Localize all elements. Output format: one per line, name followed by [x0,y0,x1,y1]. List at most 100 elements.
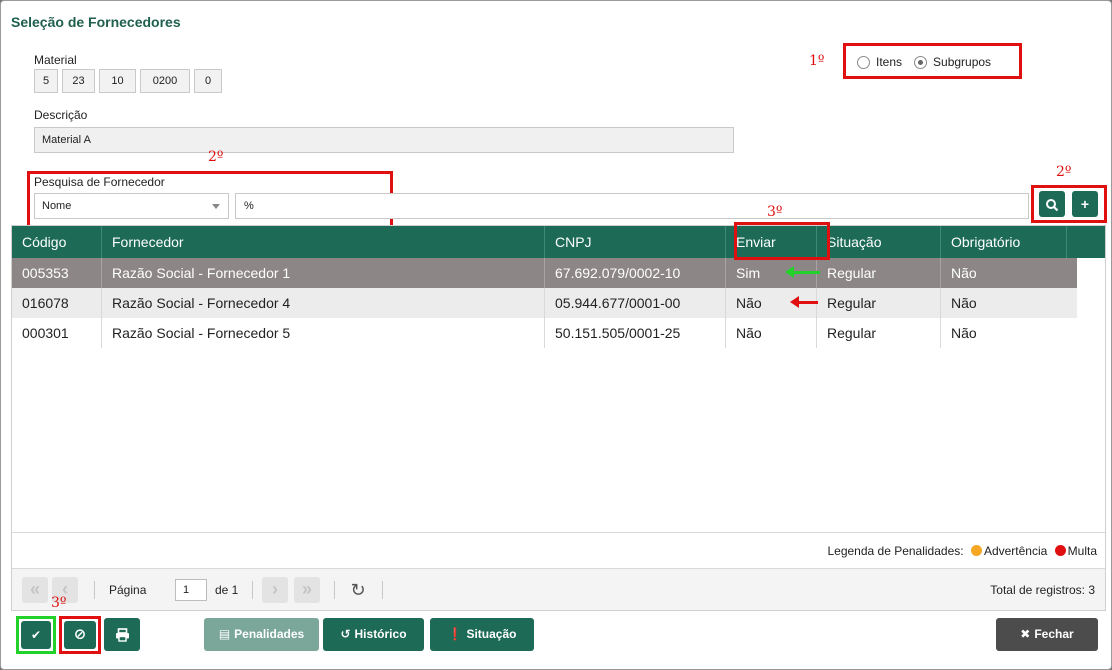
pager-separator [252,581,253,599]
fechar-button[interactable]: ✖ Fechar [996,618,1098,651]
cell-fornecedor: Razão Social - Fornecedor 4 [102,288,545,318]
confirm-button[interactable]: ✔ [21,621,51,649]
plus-icon: + [1080,196,1090,212]
material-code-2: 23 [62,69,95,93]
pager: « ‹ Página 1 de 1 › » ↻ Total de registr… [12,568,1105,610]
material-code-5: 0 [194,69,222,93]
table-row[interactable]: 005353 Razão Social - Fornecedor 1 67.69… [12,258,1077,288]
dialog-title: Seleção de Fornecedores [11,14,181,30]
cell-codigo: 000301 [12,318,102,348]
radio-subgrupos-label: Subgrupos [933,55,992,69]
double-chevron-left-icon: « [29,579,40,599]
col-obrigatorio[interactable]: Obrigatório [941,226,1067,258]
page-label: Página [109,583,147,597]
chevron-right-icon: › [272,579,278,599]
page-of-label: de 1 [215,583,239,597]
cell-obrigatorio: Não [951,295,977,311]
cell-codigo: 016078 [12,288,102,318]
search-icon [1046,199,1059,212]
legend-label: Legenda de Penalidades: [827,544,964,558]
close-icon: ✖ [1020,627,1031,641]
historico-label: Histórico [354,627,407,641]
annotation-step-3-column: 3º [767,204,783,220]
cell-situacao: Regular [817,258,941,288]
penalidades-label: Penalidades [234,627,305,641]
supplier-selection-dialog: Seleção de Fornecedores Material 5 23 10… [0,0,1112,670]
history-icon: ↺ [340,627,351,641]
red-arrow-icon [790,296,818,308]
highlight-box-enviar [734,222,830,260]
refresh-button[interactable]: ↻ [346,578,370,602]
ban-icon: ⊘ [73,626,87,643]
col-codigo[interactable]: Código [12,226,102,258]
search-input[interactable]: % [235,193,1029,219]
double-chevron-right-icon: » [301,579,312,599]
cell-obrigatorio: Não [951,265,977,281]
chevron-down-icon [212,204,220,209]
total-records: Total de registros: 3 [990,583,1095,597]
col-situacao[interactable]: Situação [817,226,941,258]
annotation-step-2-search: 2º [208,149,224,165]
cell-enviar[interactable]: Não [726,318,817,348]
penalty-legend: Legenda de Penalidades: Advertência Mult… [12,532,1105,568]
fechar-label: Fechar [1034,627,1074,641]
situacao-button[interactable]: ❗ Situação [430,618,534,651]
col-fornecedor[interactable]: Fornecedor [102,226,545,258]
material-code-3: 10 [99,69,136,93]
first-page-button[interactable]: « [22,577,48,603]
cell-cnpj: 05.944.677/0001-00 [545,288,726,318]
annotation-step-2-buttons: 2º [1056,164,1072,180]
legend-multa: Multa [1067,544,1097,558]
refresh-icon: ↻ [350,580,366,600]
search-field-selected: Nome [42,200,72,212]
pager-separator [94,581,95,599]
descricao-field: Material A [34,127,734,153]
col-spacer [1067,226,1097,258]
cell-codigo: 005353 [12,258,102,288]
printer-icon [115,628,129,642]
search-button[interactable] [1039,191,1065,217]
supplier-grid: Código Fornecedor CNPJ Enviar Situação O… [11,225,1106,611]
annotation-step-1: 1º [809,53,825,69]
historico-button[interactable]: ↺ Histórico [323,618,424,651]
radio-subgrupos[interactable] [914,55,928,69]
fine-dot-icon [1054,545,1066,557]
exclamation-circle-icon: ❗ [447,627,463,641]
cell-cnpj: 50.151.505/0001-25 [545,318,726,348]
pager-separator [382,581,383,599]
table-row[interactable]: 000301 Razão Social - Fornecedor 5 50.15… [12,318,1077,348]
material-code-4: 0200 [140,69,190,93]
col-cnpj[interactable]: CNPJ [545,226,726,258]
green-arrow-icon [785,266,820,278]
annotation-step-3-buttons: 3º [51,595,67,611]
add-supplier-button[interactable]: + [1072,191,1098,217]
cell-obrigatorio: Não [951,325,977,341]
descricao-label: Descrição [34,108,88,122]
filter-radio-group: Itens Subgrupos [849,47,991,77]
table-row[interactable]: 016078 Razão Social - Fornecedor 4 05.94… [12,288,1077,318]
material-label: Material [34,53,77,67]
situacao-label: Situação [466,627,517,641]
cell-situacao: Regular [817,288,941,318]
radio-itens[interactable] [857,55,870,69]
penalidades-button[interactable]: ▤ Penalidades [204,618,319,651]
pager-separator [334,581,335,599]
book-icon: ▤ [218,627,231,641]
legend-advertencia: Advertência [983,544,1048,558]
radio-itens-label: Itens [876,55,903,69]
grid-header: Código Fornecedor CNPJ Enviar Situação O… [12,226,1105,258]
cell-cnpj: 67.692.079/0002-10 [545,258,726,288]
next-page-button[interactable]: › [262,577,288,603]
cell-fornecedor: Razão Social - Fornecedor 1 [102,258,545,288]
last-page-button[interactable]: » [294,577,320,603]
warning-dot-icon [970,545,982,557]
cell-situacao: Regular [817,318,941,348]
check-icon: ✔ [30,628,42,642]
cancel-button[interactable]: ⊘ [64,621,96,649]
print-button[interactable] [104,618,140,651]
pesquisa-label: Pesquisa de Fornecedor [34,175,165,189]
search-field-select[interactable]: Nome [34,193,229,219]
page-input[interactable]: 1 [175,579,207,601]
cell-fornecedor: Razão Social - Fornecedor 5 [102,318,545,348]
material-code-1: 5 [34,69,58,93]
